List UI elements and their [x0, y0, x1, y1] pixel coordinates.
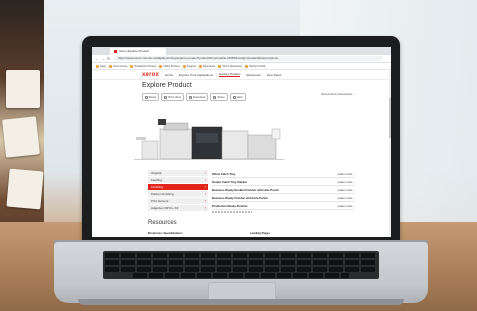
url-input[interactable]: https://www.xerox.com/en-us/digital-prin… — [114, 56, 383, 61]
option-name: Production Ready Finisher — [212, 203, 248, 208]
option-row: Offset Catch Tray Learn more › — [212, 170, 354, 178]
laptop-keyboard — [103, 251, 379, 279]
xerox-logo[interactable]: xerox — [142, 72, 159, 78]
print-icon — [164, 95, 168, 99]
finishing-options-list: Offset Catch Tray Learn more › Output Cat… — [212, 170, 354, 210]
option-row: Business Ready Booklet Finisher with Hol… — [212, 186, 354, 194]
share-icon — [213, 95, 217, 99]
chevron-right-icon: › — [353, 203, 354, 208]
laptop-front-edge — [78, 299, 404, 305]
bookmark-item[interactable]: Production Printers — [130, 64, 156, 68]
nav-explore-print-applications[interactable]: Explore Print Applications — [179, 73, 213, 77]
resources-heading: Resources — [148, 220, 177, 226]
bookmark-icon — [96, 64, 99, 68]
resources-column-landing-pages: Landing Pages — [250, 231, 270, 235]
page-content: Explore Product Reset Print View Downloa… — [92, 82, 391, 101]
chevron-right-icon: › — [353, 179, 354, 184]
share-button[interactable]: Share — [210, 93, 228, 101]
site-header: xerox Home Explore Print Applications Ex… — [92, 70, 391, 80]
menu-item-original[interactable]: Original — [148, 170, 208, 176]
option-row: Production Ready Finisher Learn more › — [212, 202, 354, 210]
bookmarks-bar: Apps Xerox Home Production Printers Offi… — [92, 63, 391, 70]
bookmark-item[interactable]: Support — [182, 64, 196, 68]
printer-product-image — [134, 119, 284, 160]
nav-home[interactable]: Home — [165, 73, 173, 77]
nav-explore-product[interactable]: Explore Product — [219, 72, 241, 77]
photo-card — [6, 168, 44, 210]
photo-scene: Xerox Explore Product ← → ↻ https://www.… — [0, 0, 477, 311]
option-row: Output Catch Tray Stacker Learn more › — [212, 178, 354, 186]
learn-more-link[interactable]: Learn more › — [338, 204, 354, 208]
menu-item-adaptive-cmyk-kit[interactable]: Adaptive CMYK+ Kit — [148, 205, 208, 211]
download-icon — [188, 95, 192, 99]
option-name: Business Ready Booklet Finisher with Hol… — [212, 187, 279, 192]
reload-icon[interactable]: ↻ — [107, 56, 110, 61]
forward-arrow-icon[interactable]: → — [101, 56, 105, 61]
learn-more-link[interactable]: Learn more › — [338, 172, 354, 176]
nav-resources[interactable]: Resources — [246, 73, 260, 77]
browser-tab-bar: Xerox Explore Product — [92, 47, 391, 55]
bookmark-icon — [198, 64, 202, 68]
bookmark-item[interactable]: Xerox Home — [108, 64, 127, 68]
option-name: Business Ready Finisher with Hole Punch — [212, 195, 268, 200]
page-scrollbar[interactable] — [389, 68, 391, 237]
menu-item-partner-finishing[interactable]: Partner Finishing — [148, 191, 208, 197]
menu-item-finishing[interactable]: Finishing — [148, 184, 208, 190]
photo-card — [2, 116, 40, 158]
nav-next-steps[interactable]: Next Steps — [267, 73, 282, 77]
learn-more-link[interactable]: Learn more › — [338, 196, 354, 200]
reset-icon — [145, 95, 148, 99]
back-arrow-icon[interactable]: ← — [95, 56, 99, 61]
bookmark-icon — [182, 64, 186, 68]
help-button[interactable]: Help — [229, 93, 246, 101]
download-button[interactable]: Download — [185, 93, 209, 101]
bookmark-icon — [245, 64, 249, 68]
help-icon — [232, 95, 236, 99]
bookmark-icon — [108, 64, 112, 68]
option-category-menu: Original Feeding Finishing Partner Finis… — [148, 170, 208, 212]
bookmark-item[interactable]: Office Printers — [159, 64, 180, 68]
menu-item-feeding[interactable]: Feeding — [148, 177, 208, 183]
product-dimensions-link[interactable]: View product dimensions ⌄ — [321, 92, 355, 96]
bookmark-icon — [130, 64, 134, 68]
learn-more-link[interactable]: Learn more › — [338, 180, 354, 184]
option-name: Offset Catch Tray — [212, 171, 236, 176]
scrollbar-thumb[interactable] — [389, 98, 391, 138]
bookmark-item[interactable]: Resources — [198, 64, 215, 68]
option-row: Business Ready Finisher with Hole Punch … — [212, 194, 354, 202]
chevron-right-icon: › — [353, 195, 354, 200]
resources-column-brochures: Brochures, Specifications — [148, 231, 183, 235]
laptop-screen: Xerox Explore Product ← → ↻ https://www.… — [92, 47, 391, 237]
learn-more-link[interactable]: Learn more › — [338, 188, 354, 192]
bookmark-icon — [159, 64, 163, 68]
photo-card — [6, 70, 40, 108]
bookmark-item[interactable]: Partner Portal — [245, 64, 265, 68]
print-view-button[interactable]: Print View — [161, 93, 184, 101]
carousel-dots[interactable] — [212, 211, 252, 213]
option-name: Output Catch Tray Stacker — [212, 179, 248, 184]
reset-button[interactable]: Reset — [142, 93, 160, 101]
tab-title: Xerox Explore Product — [119, 49, 150, 53]
xerox-favicon-icon — [114, 49, 117, 53]
address-bar-row: ← → ↻ https://www.xerox.com/en-us/digita… — [92, 55, 391, 63]
page-title: Explore Product — [142, 82, 192, 89]
menu-item-print-servers[interactable]: Print Servers — [148, 198, 208, 204]
chevron-right-icon: › — [353, 171, 354, 176]
bookmark-item[interactable]: Apps — [96, 64, 106, 68]
browser-tab[interactable]: Xerox Explore Product — [110, 48, 166, 55]
chevron-right-icon: › — [353, 187, 354, 192]
bookmark-icon — [218, 64, 222, 68]
bookmark-item[interactable]: Xerox Newsroom — [218, 64, 242, 68]
